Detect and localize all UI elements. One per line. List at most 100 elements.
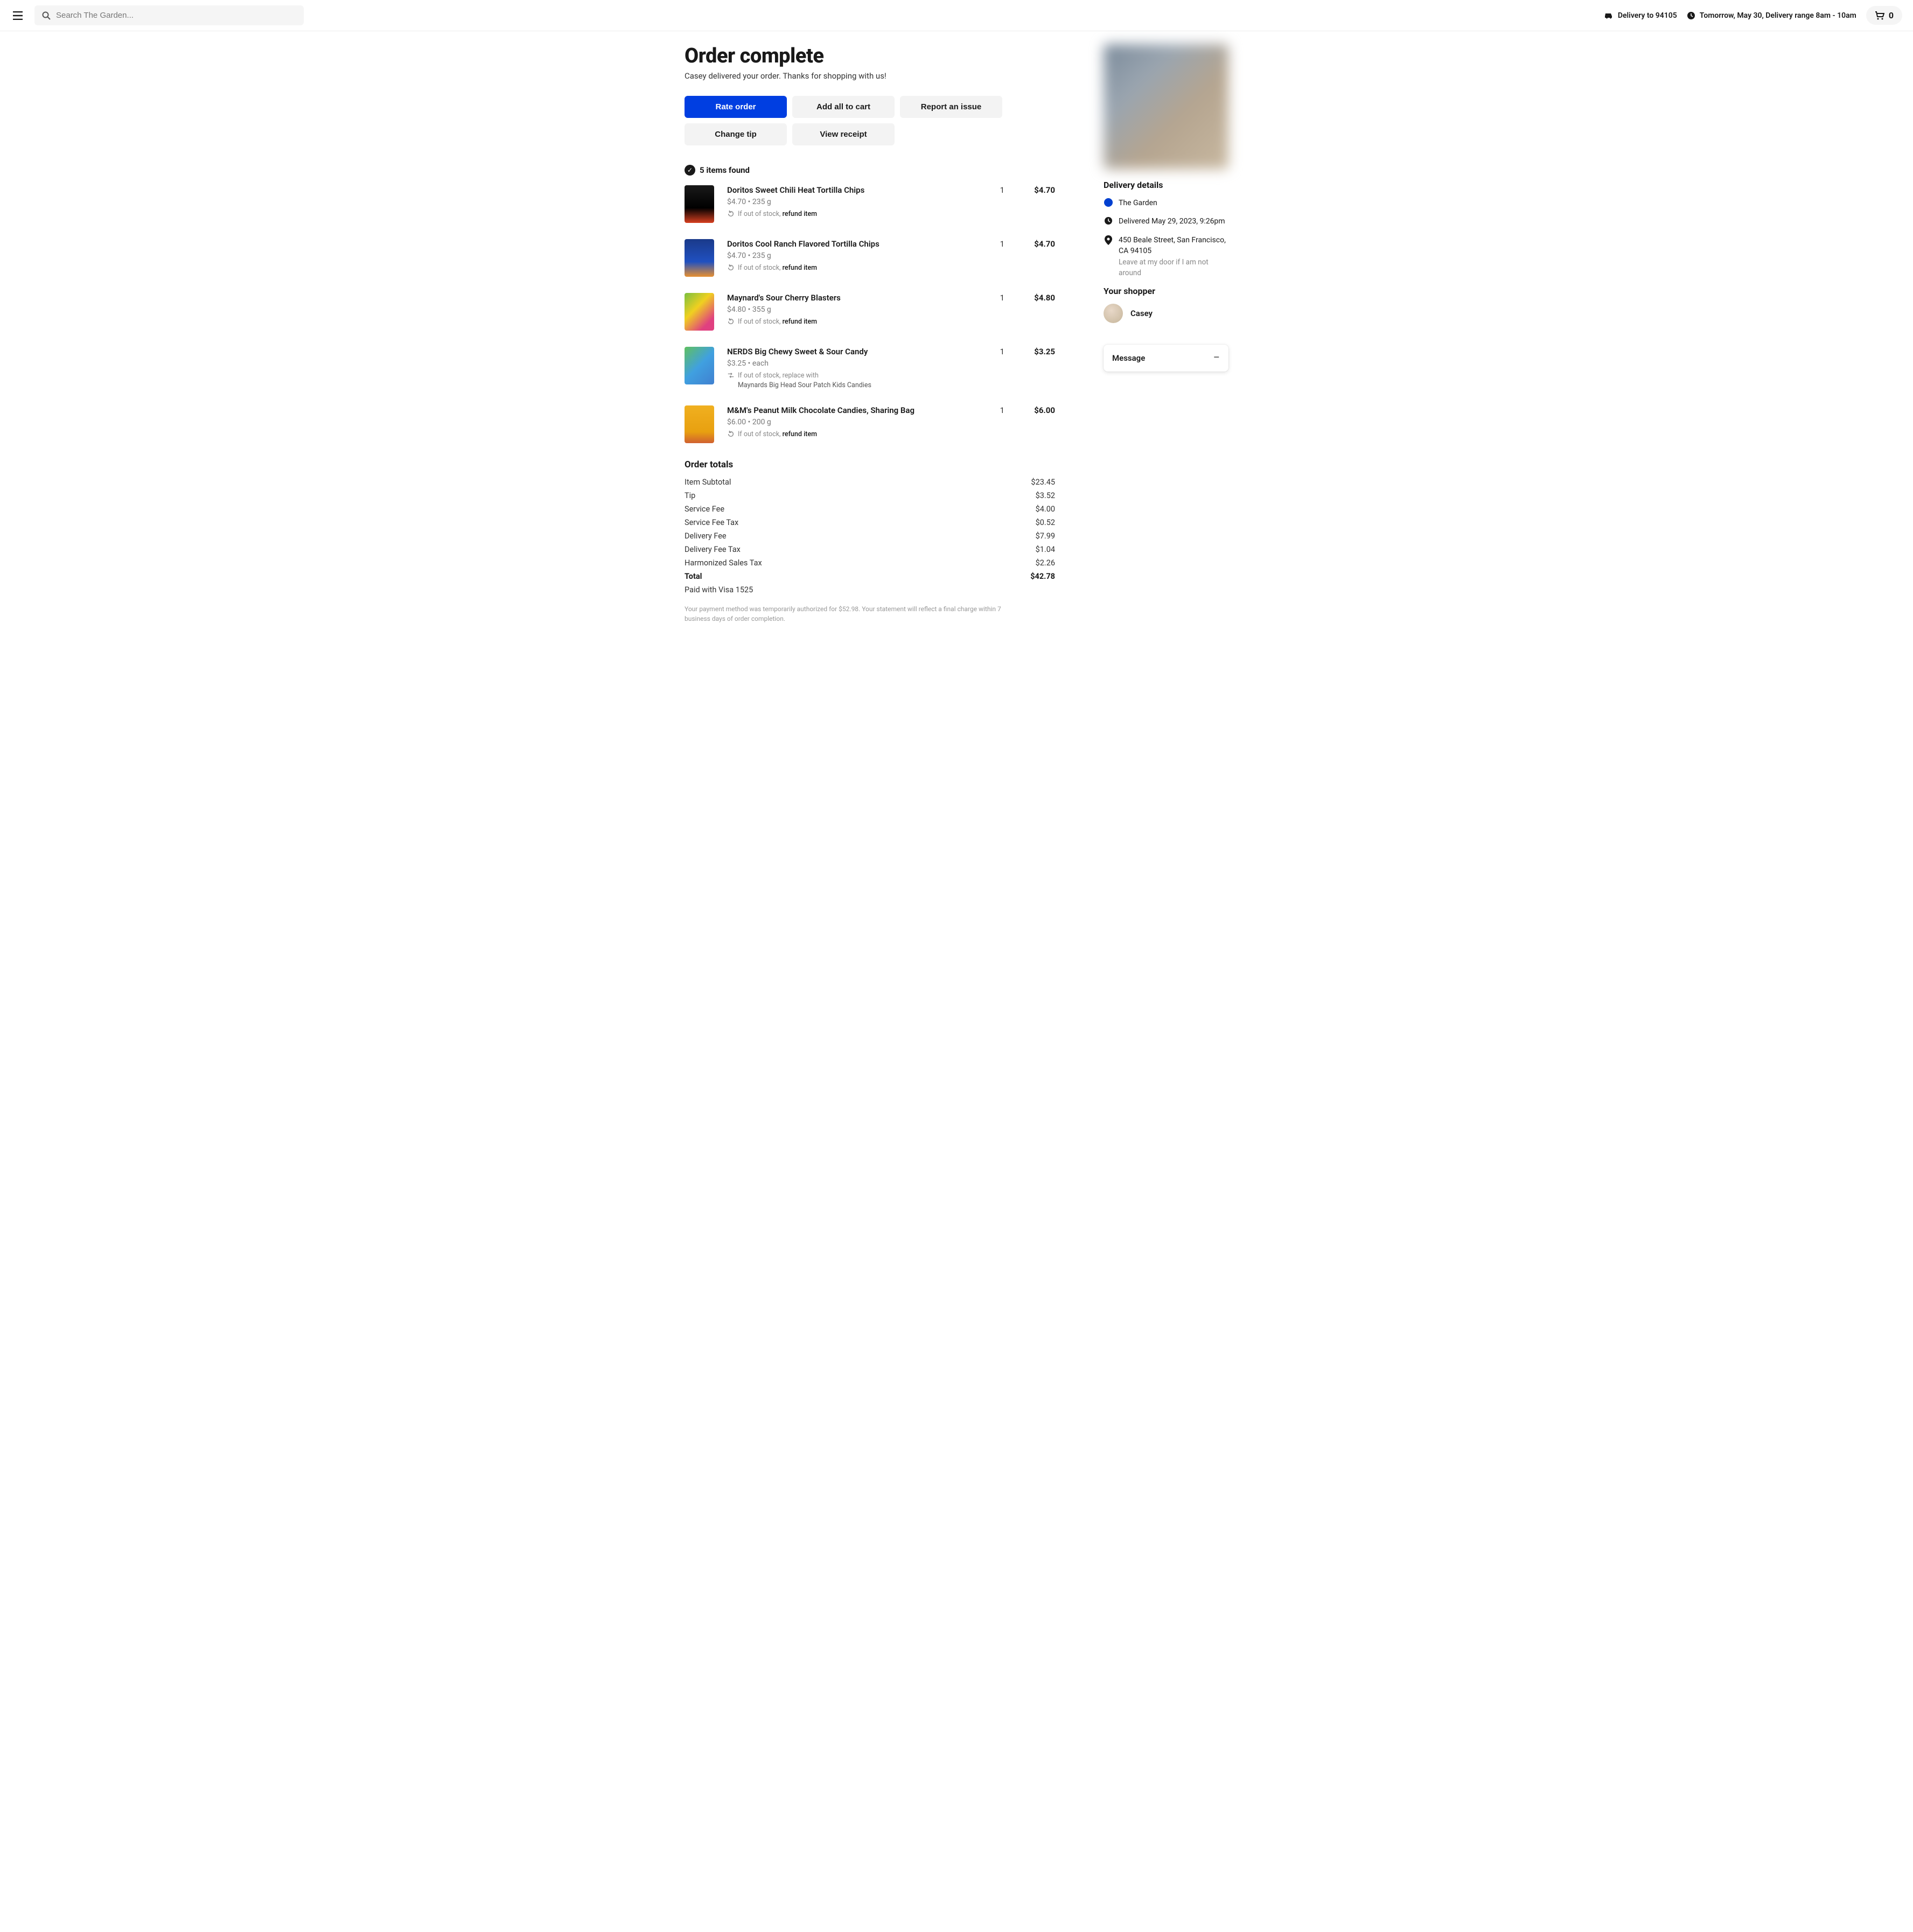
order-item: Doritos Cool Ranch Flavored Tortilla Chi… bbox=[685, 239, 1055, 277]
detail-delivered: Delivered May 29, 2023, 9:26pm bbox=[1104, 216, 1228, 227]
order-item: Maynard's Sour Cherry Blasters $4.80 • 3… bbox=[685, 293, 1055, 331]
detail-address-text: 450 Beale Street, San Francisco, CA 9410… bbox=[1119, 235, 1228, 257]
refund-icon bbox=[727, 210, 735, 218]
total-grand-value: $42.78 bbox=[1030, 572, 1055, 581]
order-item: M&M's Peanut Milk Chocolate Candies, Sha… bbox=[685, 405, 1055, 443]
delivery-time[interactable]: Tomorrow, May 30, Delivery range 8am - 1… bbox=[1687, 11, 1856, 20]
item-qty: 1 bbox=[972, 293, 1004, 331]
item-price: $6.00 bbox=[1017, 405, 1055, 443]
total-value: $2.26 bbox=[1036, 558, 1055, 568]
replace-icon bbox=[727, 372, 735, 379]
add-all-to-cart-button[interactable]: Add all to cart bbox=[792, 96, 895, 118]
total-value: $0.52 bbox=[1036, 518, 1055, 527]
cart-button[interactable]: 0 bbox=[1866, 6, 1902, 25]
order-item: NERDS Big Chewy Sweet & Sour Candy $3.25… bbox=[685, 347, 1055, 389]
item-note: If out of stock, refund item bbox=[727, 430, 959, 438]
item-image[interactable] bbox=[685, 293, 714, 331]
cart-count: 0 bbox=[1889, 10, 1894, 20]
delivery-photo[interactable] bbox=[1104, 44, 1228, 169]
store-dot-icon bbox=[1104, 198, 1113, 207]
item-qty: 1 bbox=[972, 347, 1004, 389]
total-value: $23.45 bbox=[1031, 478, 1055, 487]
car-icon bbox=[1604, 12, 1614, 19]
payment-disclaimer: Your payment method was temporarily auth… bbox=[685, 604, 1002, 624]
item-price: $4.70 bbox=[1017, 239, 1055, 277]
item-sub: $3.25 • each bbox=[727, 359, 959, 368]
refund-icon bbox=[727, 264, 735, 271]
item-name: Doritos Sweet Chili Heat Tortilla Chips bbox=[727, 185, 959, 195]
total-row: Service Fee Tax$0.52 bbox=[685, 516, 1055, 529]
total-label: Delivery Fee Tax bbox=[685, 545, 741, 554]
refund-icon bbox=[727, 430, 735, 438]
search-input[interactable] bbox=[56, 11, 296, 20]
item-image[interactable] bbox=[685, 405, 714, 443]
total-row: Delivery Fee $7.99 bbox=[685, 529, 1055, 543]
paid-with: Paid with Visa 1525 bbox=[685, 583, 1055, 597]
hamburger-menu-icon[interactable] bbox=[11, 9, 25, 22]
item-sub: $4.70 • 235 g bbox=[727, 198, 959, 206]
message-box[interactable]: Message − bbox=[1104, 345, 1228, 372]
detail-store: The Garden bbox=[1104, 198, 1228, 208]
total-label: Delivery Fee bbox=[685, 531, 727, 541]
total-row: Item Subtotal $23.45 bbox=[685, 475, 1055, 489]
item-price: $4.70 bbox=[1017, 185, 1055, 223]
item-sub: $4.70 • 235 g bbox=[727, 251, 959, 260]
search-icon bbox=[42, 11, 51, 20]
total-row-grand: Total $42.78 bbox=[685, 570, 1055, 583]
clock-icon bbox=[1687, 11, 1695, 20]
item-price: $4.80 bbox=[1017, 293, 1055, 331]
shopper-name: Casey bbox=[1130, 309, 1153, 318]
item-note: If out of stock, refund item bbox=[727, 210, 959, 218]
clock-icon bbox=[1104, 216, 1113, 225]
minimize-icon: − bbox=[1213, 352, 1220, 364]
item-name: Doritos Cool Ranch Flavored Tortilla Chi… bbox=[727, 239, 959, 249]
rate-order-button[interactable]: Rate order bbox=[685, 96, 787, 118]
shopper-avatar[interactable] bbox=[1104, 304, 1123, 323]
check-circle-icon: ✓ bbox=[685, 165, 695, 176]
header: Delivery to 94105 Tomorrow, May 30, Deli… bbox=[0, 0, 1913, 31]
delivery-details-heading: Delivery details bbox=[1104, 180, 1228, 190]
view-receipt-button[interactable]: View receipt bbox=[792, 123, 895, 145]
total-row: Service Fee $4.00 bbox=[685, 502, 1055, 516]
total-row: Tip $3.52 bbox=[685, 489, 1055, 502]
your-shopper-heading: Your shopper bbox=[1104, 286, 1228, 296]
item-image[interactable] bbox=[685, 239, 714, 277]
total-label: Service Fee bbox=[685, 505, 724, 514]
item-name: NERDS Big Chewy Sweet & Sour Candy bbox=[727, 347, 959, 356]
item-sub: $6.00 • 200 g bbox=[727, 418, 959, 426]
order-item: Doritos Sweet Chili Heat Tortilla Chips … bbox=[685, 185, 1055, 223]
item-note: If out of stock, refund item bbox=[727, 264, 959, 272]
item-note: If out of stock, replace withMaynards Bi… bbox=[727, 372, 959, 389]
page-title: Order complete bbox=[685, 44, 1055, 68]
total-row: Delivery Fee Tax $1.04 bbox=[685, 543, 1055, 556]
item-name: M&M's Peanut Milk Chocolate Candies, Sha… bbox=[727, 405, 959, 415]
detail-store-text: The Garden bbox=[1119, 198, 1157, 208]
detail-address: 450 Beale Street, San Francisco, CA 9410… bbox=[1104, 235, 1228, 279]
total-label: Item Subtotal bbox=[685, 478, 731, 487]
total-row: Harmonized Sales Tax $2.26 bbox=[685, 556, 1055, 570]
change-tip-button[interactable]: Change tip bbox=[685, 123, 787, 145]
total-label: Tip bbox=[685, 491, 695, 500]
items-found-header: ✓ 5 items found bbox=[685, 165, 1055, 176]
delivery-to[interactable]: Delivery to 94105 bbox=[1604, 11, 1677, 20]
item-image[interactable] bbox=[685, 347, 714, 384]
total-value: $7.99 bbox=[1036, 531, 1055, 541]
location-pin-icon bbox=[1104, 235, 1113, 245]
detail-delivered-text: Delivered May 29, 2023, 9:26pm bbox=[1119, 216, 1225, 227]
delivery-time-text: Tomorrow, May 30, Delivery range 8am - 1… bbox=[1700, 11, 1856, 20]
refund-icon bbox=[727, 318, 735, 325]
item-image[interactable] bbox=[685, 185, 714, 223]
item-price: $3.25 bbox=[1017, 347, 1055, 389]
total-value: $1.04 bbox=[1036, 545, 1055, 554]
total-value: $4.00 bbox=[1036, 505, 1055, 514]
item-qty: 1 bbox=[972, 239, 1004, 277]
total-value: $3.52 bbox=[1036, 491, 1055, 500]
item-sub: $4.80 • 355 g bbox=[727, 305, 959, 314]
item-note: If out of stock, refund item bbox=[727, 318, 959, 326]
report-issue-button[interactable]: Report an issue bbox=[900, 96, 1002, 118]
shopper-row: Casey bbox=[1104, 304, 1228, 323]
item-name: Maynard's Sour Cherry Blasters bbox=[727, 293, 959, 303]
search-box[interactable] bbox=[34, 5, 304, 25]
detail-address-note: Leave at my door if I am not around bbox=[1119, 257, 1228, 278]
total-label: Harmonized Sales Tax bbox=[685, 558, 762, 568]
